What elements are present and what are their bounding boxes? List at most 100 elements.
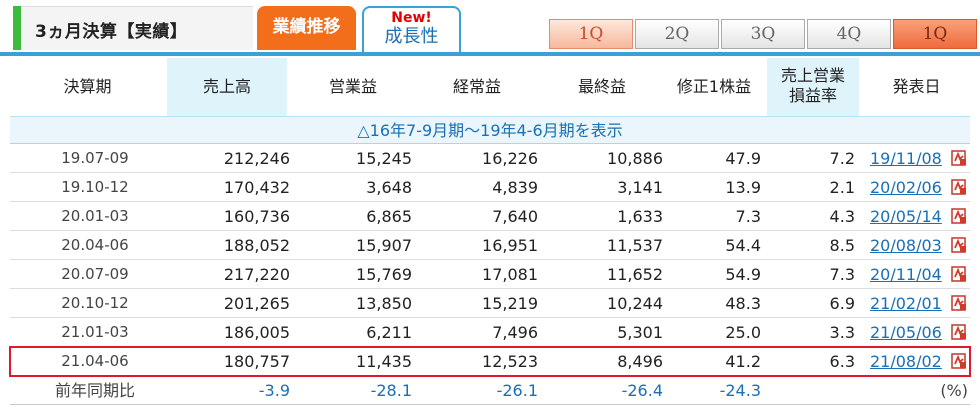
col-net: 最終益 — [577, 77, 626, 96]
yoy-operating: -28.1 — [370, 381, 412, 400]
col-margin-line2: 損益率 — [788, 86, 837, 105]
quarter-tab-latest-1q[interactable]: 1Q — [893, 19, 977, 49]
title-box: 3ヵ月決算【実績】 — [21, 6, 253, 50]
col-margin-line1: 売上営業 — [780, 66, 845, 85]
row-net: 5,301 — [617, 323, 663, 342]
quarter-tab-2q[interactable]: 2Q — [635, 19, 719, 49]
pdf-icon[interactable] — [951, 150, 967, 166]
tab-results[interactable]: 業績推移 — [257, 6, 356, 50]
row-net: 11,652 — [607, 265, 663, 284]
row-net: 10,244 — [607, 294, 663, 313]
row-date: 21/02/01 — [870, 289, 952, 317]
row-ordinary: 16,951 — [482, 236, 538, 255]
row-date: 20/02/06 — [870, 173, 952, 201]
col-margin: 売上営業 損益率 — [767, 58, 859, 116]
row-net: 1,633 — [617, 207, 663, 226]
pdf-icon[interactable] — [951, 266, 967, 282]
row-eps: 7.3 — [735, 207, 761, 226]
quarter-tab-3q[interactable]: 3Q — [721, 19, 805, 49]
table-row: 20.01-03 160,736 6,865 7,640 1,633 7.3 4.3 20/0… — [10, 202, 970, 231]
page-title: 3ヵ月決算【実績】 — [35, 22, 188, 42]
row-ordinary: 7,496 — [492, 323, 538, 342]
pdf-icon[interactable] — [951, 237, 967, 253]
announcement-date-link[interactable]: 19/11/08 — [870, 149, 942, 168]
tab-growth[interactable]: New! 成長性 — [362, 6, 461, 52]
table-row: 20.04-06 188,052 15,907 16,951 11,537 54.4 8.5… — [10, 231, 970, 260]
row-sales: 170,432 — [223, 178, 290, 197]
row-eps: 25.0 — [725, 323, 761, 342]
row-margin: 3.3 — [829, 323, 855, 342]
table-header-row: 決算期 売上高 営業益 経常益 最終益 修正1株益 売上営業 損益率 発表日 — [10, 58, 970, 116]
row-operating: 6,211 — [366, 323, 412, 342]
row-date: 19/11/08 — [870, 144, 952, 172]
row-margin: 7.2 — [829, 149, 855, 168]
results-table: 決算期 売上高 営業益 経常益 最終益 修正1株益 売上営業 損益率 発表日 △… — [9, 58, 971, 405]
col-operating: 営業益 — [328, 77, 377, 96]
row-net: 11,537 — [607, 236, 663, 255]
announcement-date-link[interactable]: 21/08/02 — [870, 352, 942, 371]
header: 3ヵ月決算【実績】 業績推移 New! 成長性 1Q 2Q 3Q 4Q 1Q — [0, 0, 980, 56]
row-ordinary: 16,226 — [482, 149, 538, 168]
row-period: 21.04-06 — [61, 352, 129, 370]
row-margin: 6.9 — [829, 294, 855, 313]
col-eps: 修正1株益 — [676, 77, 752, 96]
pdf-icon[interactable] — [951, 295, 967, 311]
announcement-date-link[interactable]: 21/05/06 — [870, 323, 942, 342]
row-margin: 4.3 — [829, 207, 855, 226]
row-sales: 188,052 — [223, 236, 290, 255]
row-eps: 54.9 — [725, 265, 761, 284]
row-eps: 13.9 — [725, 178, 761, 197]
row-margin: 2.1 — [829, 178, 855, 197]
announcement-date-link[interactable]: 20/05/14 — [870, 207, 942, 226]
row-operating: 11,435 — [356, 352, 412, 371]
row-ordinary: 15,219 — [482, 294, 538, 313]
pdf-icon[interactable] — [951, 208, 967, 224]
row-period: 20.10-12 — [61, 294, 129, 312]
row-margin: 6.3 — [829, 352, 855, 371]
row-eps: 41.2 — [725, 352, 761, 371]
show-older-periods-link[interactable]: △16年7-9月期〜19年4-6月期を表示 — [357, 121, 622, 140]
yoy-ordinary: -26.1 — [496, 381, 538, 400]
row-net: 10,886 — [607, 149, 663, 168]
new-badge: New! — [391, 10, 432, 26]
pdf-icon[interactable] — [951, 353, 967, 369]
row-period: 20.01-03 — [61, 207, 129, 225]
row-date: 21/05/06 — [870, 318, 952, 346]
quarter-tab-4q[interactable]: 4Q — [807, 19, 891, 49]
quarter-tabs: 1Q 2Q 3Q 4Q 1Q — [549, 19, 977, 49]
announcement-date-link[interactable]: 21/02/01 — [870, 294, 942, 313]
section-marker — [13, 6, 21, 50]
row-date: 20/11/04 — [870, 260, 952, 288]
table-row: 21.01-03 186,005 6,211 7,496 5,301 25.0 3.3 21/… — [10, 318, 970, 347]
row-operating: 15,907 — [356, 236, 412, 255]
row-sales: 180,757 — [223, 352, 290, 371]
row-operating: 13,850 — [356, 294, 412, 313]
row-sales: 186,005 — [223, 323, 290, 342]
table-row: 21.04-06 180,757 11,435 12,523 8,496 41.2 6.3 2… — [9, 346, 971, 377]
table-row: 20.07-09 217,220 15,769 17,081 11,652 54.9 7.3… — [10, 260, 970, 289]
row-operating: 3,648 — [366, 178, 412, 197]
row-eps: 47.9 — [725, 149, 761, 168]
table-row: 20.10-12 201,265 13,850 15,219 10,244 48.3 6.9… — [10, 289, 970, 318]
yoy-label: 前年同期比 — [54, 381, 135, 400]
row-sales: 217,220 — [223, 265, 290, 284]
table-row: 19.07-09 212,246 15,245 16,226 10,886 47.9 7.2… — [10, 144, 970, 173]
row-period: 20.04-06 — [61, 236, 129, 254]
row-ordinary: 12,523 — [482, 352, 538, 371]
quarter-tab-1q[interactable]: 1Q — [549, 19, 633, 49]
yoy-unit: (%) — [940, 381, 968, 400]
announcement-date-link[interactable]: 20/11/04 — [870, 265, 942, 284]
col-ordinary: 経常益 — [452, 77, 501, 96]
col-period: 決算期 — [63, 77, 112, 96]
table-row: 19.10-12 170,432 3,648 4,839 3,141 13.9 2.1 20/… — [10, 173, 970, 202]
pdf-icon[interactable] — [951, 324, 967, 340]
row-sales: 160,736 — [223, 207, 290, 226]
pdf-icon[interactable] — [951, 179, 967, 195]
row-period: 19.10-12 — [61, 178, 129, 196]
announcement-date-link[interactable]: 20/08/03 — [870, 236, 942, 255]
tab-growth-label: 成長性 — [384, 26, 439, 47]
row-period: 20.07-09 — [61, 265, 129, 283]
row-ordinary: 17,081 — [482, 265, 538, 284]
announcement-date-link[interactable]: 20/02/06 — [870, 178, 942, 197]
row-date: 20/05/14 — [870, 202, 952, 230]
